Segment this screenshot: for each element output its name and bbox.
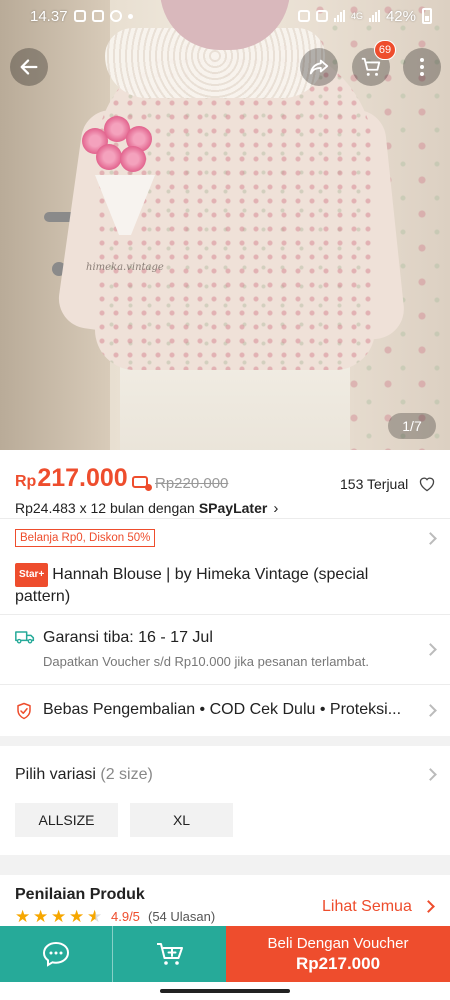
promo-badge[interactable]: Belanja Rp0, Diskon 50%	[15, 529, 156, 547]
more-vertical-icon	[420, 58, 424, 76]
variation-label: Pilih variasi	[15, 766, 96, 783]
variation-selector-title[interactable]: Pilih variasi (2 size)	[15, 766, 153, 784]
more-notifications-icon	[127, 13, 133, 19]
battery-percent: 42%	[385, 7, 416, 25]
variation-count: (2 size)	[100, 766, 153, 783]
section-gap	[0, 736, 450, 746]
battery-icon	[422, 8, 432, 24]
shipping-voucher-note: Dapatkan Voucher s/d Rp10.000 jika pesan…	[43, 654, 369, 669]
star-icon: ★	[69, 907, 85, 926]
chevron-right-icon[interactable]	[422, 900, 435, 913]
chevron-right-icon[interactable]	[424, 768, 437, 781]
chevron-right-icon[interactable]	[424, 532, 437, 545]
chevron-right-icon: ›	[273, 499, 279, 517]
buy-button-label: Beli Dengan Voucher	[267, 934, 409, 952]
add-to-cart-button[interactable]	[113, 926, 226, 982]
shipping-guarantee-title[interactable]: Garansi tiba: 16 - 17 Jul	[43, 629, 213, 647]
share-icon	[309, 59, 329, 75]
cart-button[interactable]: 69	[352, 40, 396, 86]
service-guarantees[interactable]: Bebas Pengembalian • COD Cek Dulu • Prot…	[43, 701, 418, 719]
original-price: Rp220.000	[155, 475, 229, 492]
image-counter: 1/7	[388, 413, 436, 439]
current-price: Rp 217.000	[15, 464, 128, 493]
back-button[interactable]	[10, 48, 48, 86]
variation-option-xl[interactable]: XL	[130, 803, 233, 837]
rating-stars: ★ ★ ★ ★ ★	[15, 908, 104, 925]
share-button[interactable]	[300, 48, 338, 86]
heart-icon[interactable]	[418, 476, 436, 492]
see-all-reviews-link[interactable]: Lihat Semua	[322, 898, 412, 916]
product-title-text: Hannah Blouse | by Himeka Vintage (speci…	[15, 566, 369, 605]
status-time: 14.37	[30, 7, 68, 25]
vibrate-icon	[315, 10, 328, 22]
installment-text: Rp24.483 x 12 bulan dengan	[15, 500, 195, 516]
star-icon: ★	[51, 907, 67, 926]
buy-button-price: Rp217.000	[295, 953, 381, 973]
divider	[0, 684, 450, 685]
section-gap	[0, 855, 450, 875]
reviews-title: Penilaian Produk	[15, 886, 145, 903]
half-star-icon: ★	[87, 907, 103, 926]
notification-icon	[91, 10, 104, 22]
star-icon: ★	[33, 907, 49, 926]
variation-option-allsize[interactable]: ALLSIZE	[15, 803, 118, 837]
installment-brand: SPayLater	[198, 500, 268, 516]
bottom-action-bar: Beli Dengan Voucher Rp217.000	[0, 926, 450, 982]
signal-icon-2	[368, 10, 380, 22]
shield-icon	[17, 702, 31, 720]
sold-count: 153 Terjual	[340, 476, 409, 492]
rating-score: 4.9/5	[111, 909, 140, 924]
instagram-icon	[73, 10, 86, 22]
star-plus-badge: Star+	[15, 563, 49, 587]
arrow-left-icon	[20, 59, 38, 75]
alarm-icon	[297, 10, 310, 22]
price-currency: Rp	[15, 473, 37, 490]
hero-bouquet	[78, 110, 158, 180]
review-count: (54 Ulasan)	[148, 909, 216, 924]
signal-icon	[333, 10, 345, 22]
buy-with-voucher-button[interactable]: Beli Dengan Voucher Rp217.000	[226, 926, 450, 982]
star-icon: ★	[15, 907, 31, 926]
price-value: 217.000	[37, 464, 128, 492]
cart-count-badge: 69	[374, 40, 396, 60]
network-type: 4G	[350, 11, 363, 21]
chevron-right-icon[interactable]	[424, 643, 437, 656]
add-to-cart-icon	[156, 943, 183, 965]
status-bar: 14.37 4G 42%	[0, 0, 450, 32]
more-options-button[interactable]	[403, 48, 441, 86]
coin-cashback-icon	[132, 476, 152, 491]
product-detail-sheet: Rp 217.000 Rp220.000 153 Terjual Rp24.48…	[0, 450, 450, 926]
product-title: Star+ Hannah Blouse | by Himeka Vintage (…	[15, 563, 415, 607]
chevron-right-icon[interactable]	[424, 704, 437, 717]
truck-icon	[15, 631, 35, 644]
whatsapp-icon	[109, 10, 122, 22]
chat-icon	[42, 941, 70, 967]
divider	[0, 614, 450, 615]
hero-watermark: himeka.vintage	[86, 262, 164, 273]
chat-button[interactable]	[0, 926, 113, 982]
divider	[0, 518, 450, 519]
home-indicator[interactable]	[160, 989, 290, 993]
